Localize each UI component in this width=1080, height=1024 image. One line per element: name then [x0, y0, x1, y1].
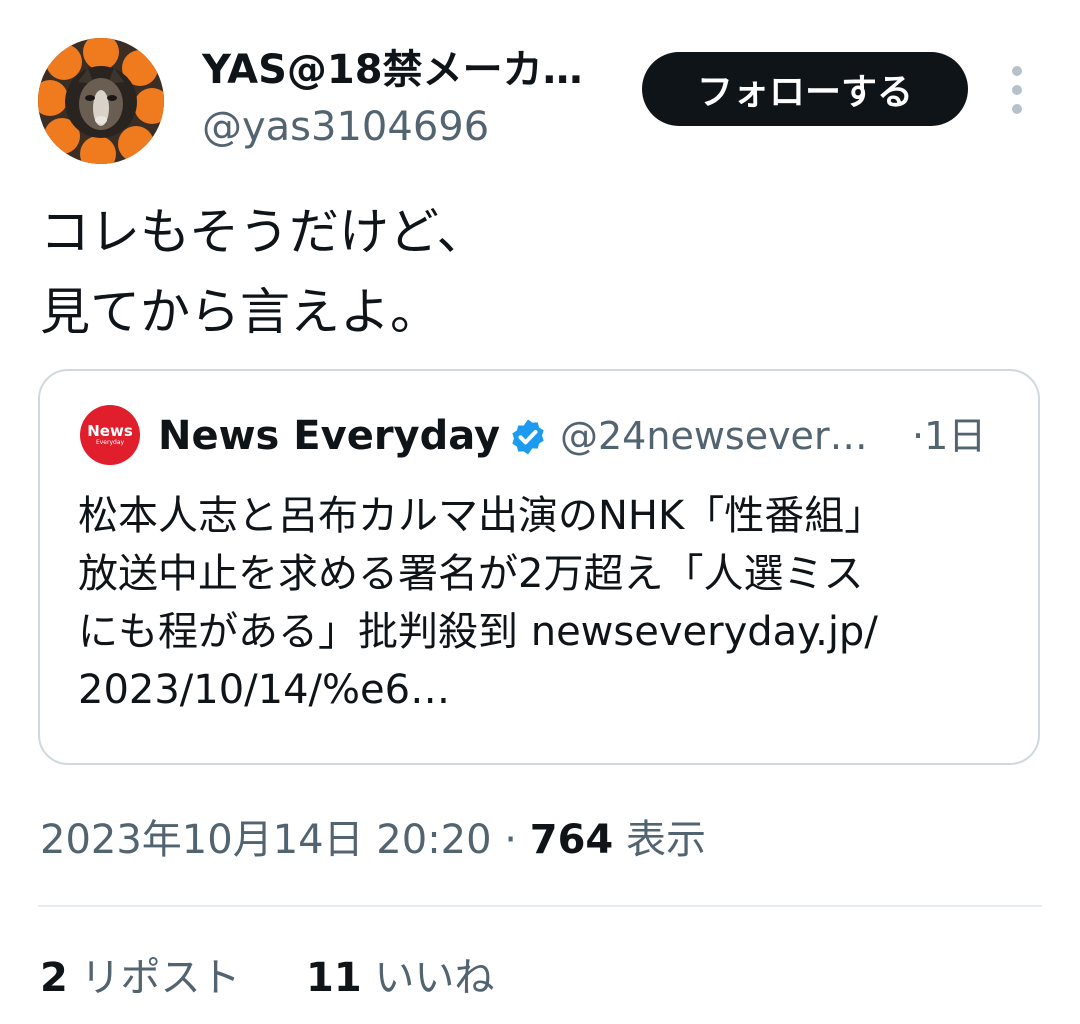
- avatar-logo-subtext: Everyday: [95, 438, 125, 446]
- likes-stat[interactable]: 11 いいね: [306, 955, 494, 1001]
- dot: [1012, 66, 1022, 76]
- views-label: 表示: [613, 817, 706, 863]
- tweet-meta: 2023年10月14日 20:20 · 764 表示: [40, 812, 706, 868]
- reposts-count: 2: [40, 955, 68, 1001]
- quoted-author-avatar[interactable]: News Everyday: [80, 405, 140, 465]
- likes-count: 11: [306, 955, 362, 1001]
- divider: [38, 905, 1042, 907]
- cat-avatar-icon: [38, 38, 164, 164]
- more-vertical-icon[interactable]: [1002, 66, 1032, 114]
- dot: [1012, 104, 1022, 114]
- engagement-stats: 2 リポスト 11 いいね: [40, 950, 494, 1006]
- author-handle[interactable]: @yas3104696: [202, 102, 489, 152]
- quoted-tweet-text: 松本人志と呂布カルマ出演のNHK「性番組」 放送中止を求める署名が2万超え「人選…: [78, 493, 885, 713]
- quoted-tweet-card[interactable]: News Everyday News Everyday @24newsever……: [38, 369, 1040, 765]
- dot: [1012, 85, 1022, 95]
- quoted-author-display-name: News Everyday: [158, 413, 501, 459]
- quoted-tweet-time: ·1日: [912, 414, 987, 458]
- reposts-stat[interactable]: 2 リポスト: [40, 955, 241, 1001]
- avatar-logo-text: News: [87, 421, 133, 440]
- quoted-author-handle: @24newsever…: [560, 414, 868, 458]
- meta-separator: ·: [491, 817, 530, 863]
- verified-badge-icon: [512, 419, 544, 455]
- views-count: 764: [529, 817, 614, 863]
- author-avatar[interactable]: [38, 38, 164, 164]
- follow-button[interactable]: フォローする: [642, 52, 968, 126]
- reposts-label: リポスト: [67, 955, 241, 1001]
- tweet-text: コレもそうだけど、 見てから言えよ。: [40, 203, 487, 341]
- likes-label: いいね: [361, 955, 495, 1001]
- tweet-timestamp[interactable]: 2023年10月14日 20:20: [40, 817, 492, 863]
- author-display-name[interactable]: YAS@18禁メーカ…: [202, 44, 622, 96]
